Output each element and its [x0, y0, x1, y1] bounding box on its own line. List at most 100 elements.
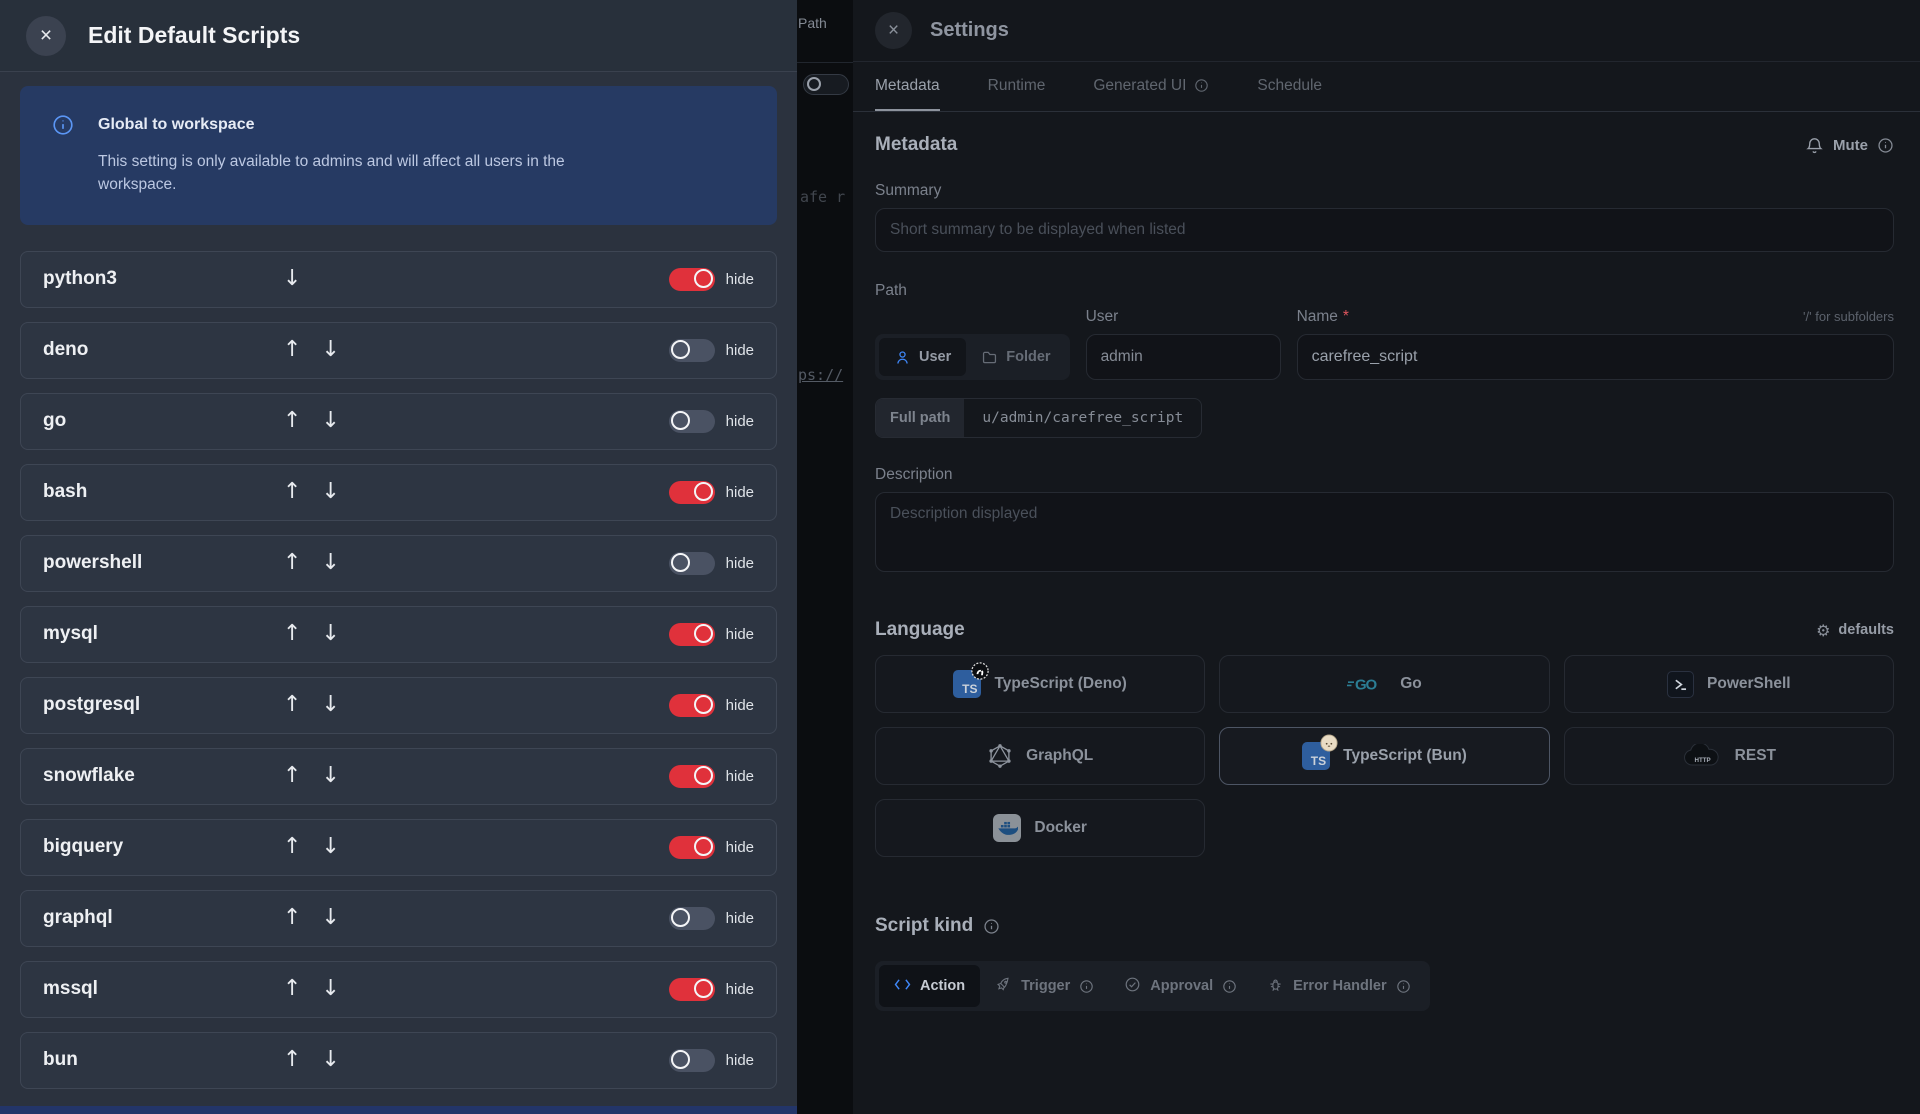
user-field-label: User	[1085, 308, 1119, 325]
hide-toggle[interactable]	[668, 693, 715, 717]
move-up-arrow-icon[interactable]: ↑	[283, 339, 301, 361]
move-down-arrow-icon[interactable]: ↓	[321, 339, 339, 361]
move-up-arrow-icon[interactable]: ↑	[283, 978, 301, 1000]
move-up-arrow-icon[interactable]: ↑	[283, 907, 301, 929]
hide-toggle[interactable]	[668, 764, 715, 788]
toggle-knob	[807, 77, 821, 91]
drawer-header: × Edit Default Scripts	[0, 0, 797, 72]
summary-label: Summary	[875, 182, 942, 199]
default-scripts-list: python3 ↓ hide deno ↑ ↓ hide go ↑ ↓ hide…	[20, 250, 777, 1089]
move-up-arrow-icon[interactable]: ↑	[283, 481, 301, 503]
move-down-arrow-icon[interactable]: ↓	[283, 268, 301, 290]
default-script-row: bash ↑ ↓ hide	[20, 463, 777, 521]
move-up-arrow-icon[interactable]: ↑	[283, 765, 301, 787]
move-up-arrow-icon[interactable]: ↑	[283, 552, 301, 574]
default-script-row: graphql ↑ ↓ hide	[20, 889, 777, 947]
language-option-graphql[interactable]: GraphQL	[875, 727, 1206, 785]
script-kind-error-handler[interactable]: Error Handler	[1252, 965, 1425, 1007]
move-up-arrow-icon[interactable]: ↑	[283, 623, 301, 645]
info-icon	[1195, 79, 1209, 92]
hide-label: hide	[725, 341, 754, 359]
reorder-arrows: ↑ ↓	[283, 765, 393, 787]
language-grid: TS TypeScript (Deno) GO Go PowerShell Gr…	[875, 655, 1894, 857]
move-down-arrow-icon[interactable]: ↓	[321, 765, 339, 787]
move-down-arrow-icon[interactable]: ↓	[321, 836, 339, 858]
script-kind-action[interactable]: Action	[879, 965, 981, 1007]
divider	[797, 62, 853, 63]
toggle-knob	[670, 552, 690, 572]
language-option-docker[interactable]: Docker	[875, 799, 1206, 857]
user-input[interactable]	[1085, 334, 1281, 380]
edit-default-scripts-drawer: × Edit Default Scripts Global to workspa…	[0, 0, 797, 1114]
go-icon: GO	[1347, 677, 1379, 694]
powershell-icon	[1667, 670, 1695, 698]
hide-toggle[interactable]	[668, 267, 715, 291]
hide-toggle[interactable]	[668, 977, 715, 1001]
language-name: graphql	[43, 907, 113, 928]
drawer-title: Edit Default Scripts	[88, 22, 301, 48]
background-editor-strip: Path afe r ps://	[797, 0, 853, 1114]
path-grid: User Folder User Name*	[875, 308, 1894, 380]
move-up-arrow-icon[interactable]: ↑	[283, 1049, 301, 1071]
tab-metadata[interactable]: Metadata	[875, 62, 940, 111]
hide-label: hide	[725, 909, 754, 927]
move-down-arrow-icon[interactable]: ↓	[321, 694, 339, 716]
language-option-go[interactable]: GO Go	[1219, 655, 1550, 713]
hide-label: hide	[725, 625, 754, 643]
move-down-arrow-icon[interactable]: ↓	[321, 623, 339, 645]
hide-toggle[interactable]	[668, 1048, 715, 1072]
toggle-knob	[670, 410, 690, 430]
script-kind-trigger[interactable]: Trigger	[980, 965, 1109, 1007]
background-path-label: Path	[798, 15, 827, 31]
hide-toggle[interactable]	[668, 338, 715, 362]
close-icon[interactable]: ×	[875, 12, 912, 49]
move-down-arrow-icon[interactable]: ↓	[321, 481, 339, 503]
move-down-arrow-icon[interactable]: ↓	[321, 410, 339, 432]
hide-toggle[interactable]	[668, 835, 715, 859]
language-defaults-button[interactable]: ⚙ defaults	[1816, 621, 1894, 640]
tab-schedule[interactable]: Schedule	[1257, 62, 1322, 111]
move-up-arrow-icon[interactable]: ↑	[283, 836, 301, 858]
mute-control[interactable]: Mute	[1805, 136, 1894, 155]
code-icon	[894, 978, 911, 990]
language-option-powershell[interactable]: PowerShell	[1563, 655, 1894, 713]
summary-input[interactable]	[875, 208, 1894, 252]
language-option-typescript-deno-[interactable]: TS TypeScript (Deno)	[875, 655, 1206, 713]
move-up-arrow-icon[interactable]: ↑	[283, 694, 301, 716]
tab-generated-ui[interactable]: Generated UI	[1093, 62, 1209, 111]
deno-icon	[971, 662, 990, 680]
name-field-label: Name *	[1296, 308, 1349, 325]
default-script-row: bun ↑ ↓ hide	[20, 1031, 777, 1089]
script-kind-approval[interactable]: Approval	[1109, 965, 1252, 1007]
hide-toggle[interactable]	[668, 906, 715, 930]
tab-runtime[interactable]: Runtime	[988, 62, 1046, 111]
owner-user-option[interactable]: User	[879, 338, 967, 376]
info-icon	[984, 918, 999, 934]
info-icon	[1396, 979, 1410, 993]
hide-toggle[interactable]	[668, 409, 715, 433]
move-down-arrow-icon[interactable]: ↓	[321, 907, 339, 929]
owner-folder-option[interactable]: Folder	[966, 338, 1065, 376]
language-option-label: GraphQL	[1026, 747, 1094, 764]
name-input[interactable]	[1296, 334, 1894, 380]
reorder-arrows: ↑ ↓	[283, 907, 393, 929]
close-icon[interactable]: ×	[26, 15, 66, 56]
hide-toggle[interactable]	[668, 480, 715, 504]
toggle-knob	[693, 694, 713, 714]
move-up-arrow-icon[interactable]: ↑	[283, 410, 301, 432]
move-down-arrow-icon[interactable]: ↓	[321, 1049, 339, 1071]
hide-toggle[interactable]	[668, 622, 715, 646]
language-option-typescript-bun-[interactable]: TS TypeScript (Bun)	[1219, 727, 1550, 785]
language-name: postgresql	[43, 694, 141, 715]
move-down-arrow-icon[interactable]: ↓	[321, 978, 339, 1000]
description-input[interactable]	[875, 492, 1894, 572]
script-kind-label: Error Handler	[1293, 978, 1387, 994]
bun-icon	[1320, 734, 1338, 752]
full-path-badge: Full path	[876, 399, 965, 437]
hide-toggle[interactable]	[668, 551, 715, 575]
gear-icon: ⚙	[1816, 620, 1831, 640]
language-option-rest[interactable]: HTTP REST	[1563, 727, 1894, 785]
language-name: bash	[43, 481, 88, 502]
language-name: mssql	[43, 978, 98, 999]
move-down-arrow-icon[interactable]: ↓	[321, 552, 339, 574]
